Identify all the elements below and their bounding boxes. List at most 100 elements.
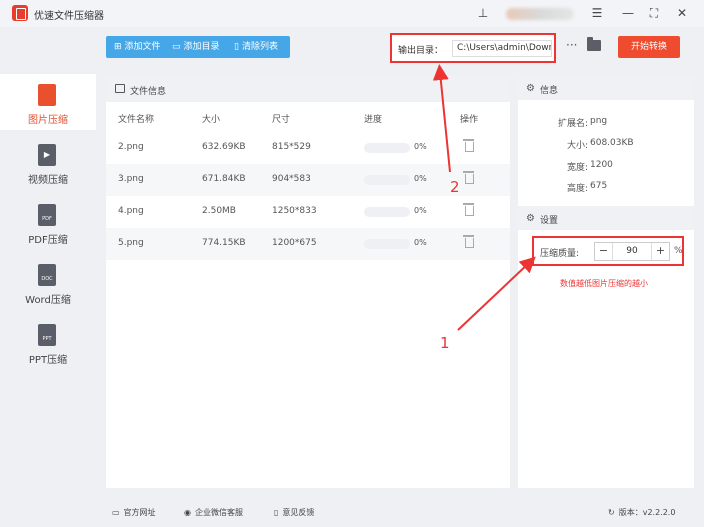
file-dimensions: 1200*675 [272,238,317,248]
file-size: 2.50MB [202,206,236,216]
trash-icon: ▯ [234,42,239,52]
quality-label: 压缩质量: [540,249,580,259]
version-info[interactable]: ↻ 版本：v2.2.2.0 [608,507,675,518]
delete-icon[interactable] [463,171,474,184]
feedback-icon: ▯ [274,508,279,517]
feedback-link[interactable]: ▯ 意见反馈 [274,507,314,518]
file-panel-title: 文件信息 [130,87,167,97]
sidebar-item-label: PDF压缩 [28,235,68,246]
file-dimensions: 1250*833 [272,206,317,216]
status-bar: ▭ 官方网址 ◉ 企业微信客服 ▯ 意见反馈 ↻ 版本：v2.2.2.0 [96,496,704,527]
menu-icon[interactable]: ☰ [588,4,606,22]
progress-bar [364,175,410,185]
file-size: 632.69KB [202,142,246,152]
progress-text: 0% [414,206,427,215]
info-key: 扩展名: [557,119,588,129]
sidebar-item-label: 图片压缩 [28,115,68,126]
quality-hint: 数值越低图片压缩的越小 [560,279,648,288]
window-title: 优速文件压缩器 [34,11,104,22]
settings-header: ⚙ 设置 [518,206,694,230]
file-dimensions: 815*529 [272,142,311,152]
sidebar-item-label: Word压缩 [25,295,71,306]
sidebar-item-pdf[interactable]: PDF PDF压缩 [0,194,96,250]
gear-icon: ⚙ [526,83,535,94]
image-file-icon [115,84,125,93]
decrease-button[interactable]: − [595,243,613,260]
quality-input[interactable]: 90 [613,243,651,260]
column-header-dimensions: 尺寸 [272,115,291,125]
table-row[interactable]: 2.png 632.69KB 815*529 0% [106,132,510,164]
info-title: 信息 [540,86,559,96]
app-logo-icon [12,5,28,21]
increase-button[interactable]: + [651,243,669,260]
file-name: 3.png [118,174,144,184]
file-size: 671.84KB [202,174,246,184]
table-row[interactable]: 4.png 2.50MB 1250*833 0% [106,196,510,228]
pin-icon[interactable]: ⊥ [474,4,492,22]
video-icon: ▶ [38,144,56,166]
progress-bar [364,239,410,249]
add-file-icon: ⊞ [114,42,122,52]
settings-title: 设置 [540,216,559,226]
output-directory-input[interactable]: C:\Users\admin\Downlo [452,40,552,57]
annotation-number-1: 1 [440,334,450,352]
folder-add-icon: ▭ [172,42,181,52]
gear-icon: ⚙ [526,213,535,224]
open-folder-icon[interactable] [587,37,601,51]
file-name: 5.png [118,238,144,248]
table-row[interactable]: 5.png 774.15KB 1200*675 0% [106,228,510,260]
sidebar-item-word[interactable]: DOC Word压缩 [0,254,96,310]
clear-list-button[interactable]: ▯ 清除列表 [234,36,278,58]
pdf-icon: PDF [38,204,56,226]
column-header-actions: 操作 [460,115,479,125]
file-size: 774.15KB [202,238,246,248]
output-directory-label: 输出目录： [398,46,444,56]
info-panel: ⚙ 信息 扩展名: png 大小: 608.03KB 宽度: 1200 高度: … [518,76,694,488]
info-value: 1200 [590,160,613,170]
refresh-icon: ↻ [608,508,615,517]
add-file-label: 添加文件 [124,42,161,52]
progress-text: 0% [414,238,427,247]
sidebar-item-label: PPT压缩 [28,355,68,366]
user-account-blurred[interactable] [506,8,574,20]
quality-stepper: − 90 + [594,242,670,261]
maximize-icon[interactable]: ⛶ [645,4,663,22]
minimize-icon[interactable]: — [619,4,637,22]
wechat-label: 企业微信客服 [194,508,243,517]
chat-icon: ◉ [184,508,191,517]
website-icon: ▭ [112,508,120,517]
add-file-button[interactable]: ⊞ 添加文件 [114,36,161,58]
add-directory-button[interactable]: ▭ 添加目录 [172,36,220,58]
version-number: v2.2.2.0 [642,508,676,517]
close-icon[interactable]: ✕ [673,4,691,22]
delete-icon[interactable] [463,203,474,216]
image-icon [38,84,56,106]
info-key: 大小: [566,141,588,151]
toolbar: ⊞ 添加文件 ▭ 添加目录 ▯ 清除列表 [106,36,290,58]
progress-bar [364,143,410,153]
info-value: 675 [590,181,608,191]
file-panel-header: 文件信息 [106,76,510,102]
delete-icon[interactable] [463,139,474,152]
sidebar-item-video[interactable]: ▶ 视频压缩 [0,134,96,190]
delete-icon[interactable] [463,235,474,248]
sidebar-item-image[interactable]: 图片压缩 [0,74,96,130]
word-icon: DOC [38,264,56,286]
start-convert-button[interactable]: 开始转换 [618,36,680,58]
info-header: ⚙ 信息 [518,76,694,100]
info-key: 宽度: [566,163,588,173]
add-directory-label: 添加目录 [183,42,220,52]
file-dimensions: 904*583 [272,174,311,184]
sidebar-item-ppt[interactable]: PPT PPT压缩 [0,314,96,370]
quality-unit: % [674,246,683,256]
more-options-button[interactable]: ··· [566,38,577,52]
official-website-link[interactable]: ▭ 官方网址 [112,507,156,518]
progress-bar [364,207,410,217]
info-value: 608.03KB [590,138,634,148]
wechat-support-link[interactable]: ◉ 企业微信客服 [184,507,243,518]
file-name: 2.png [118,142,144,152]
column-header-size: 大小 [202,115,221,125]
clear-list-label: 清除列表 [241,42,278,52]
file-name: 4.png [118,206,144,216]
quality-setting-box: 压缩质量: − 90 + % [532,236,684,266]
